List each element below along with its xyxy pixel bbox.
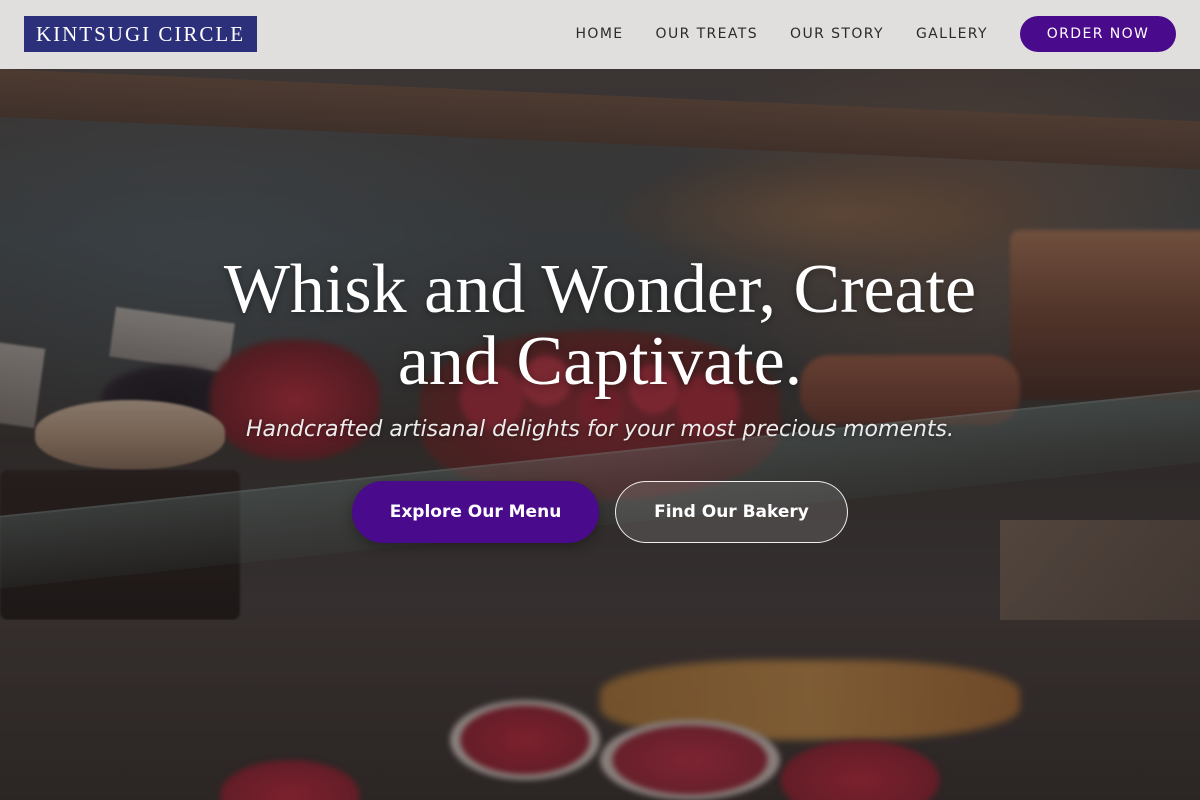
- page: KINTSUGI CIRCLE HOME OUR TREATS OUR STOR…: [0, 0, 1200, 800]
- hero-section: Whisk and Wonder, Create and Captivate. …: [0, 0, 1200, 800]
- hero-subtitle: Handcrafted artisanal delights for your …: [245, 417, 955, 442]
- nav-home[interactable]: HOME: [575, 26, 623, 42]
- logo[interactable]: KINTSUGI CIRCLE: [24, 16, 257, 52]
- site-header: KINTSUGI CIRCLE HOME OUR TREATS OUR STOR…: [0, 0, 1200, 69]
- nav-gallery[interactable]: GALLERY: [916, 26, 988, 42]
- explore-menu-button[interactable]: Explore Our Menu: [352, 481, 599, 543]
- main-nav: HOME OUR TREATS OUR STORY GALLERY ORDER …: [575, 16, 1176, 52]
- nav-our-story[interactable]: OUR STORY: [790, 26, 884, 42]
- order-now-button[interactable]: ORDER NOW: [1020, 16, 1176, 52]
- find-bakery-button[interactable]: Find Our Bakery: [615, 481, 848, 543]
- hero-title-line1: Whisk and Wonder, Create: [223, 251, 977, 328]
- nav-our-treats[interactable]: OUR TREATS: [656, 26, 759, 42]
- hero-title-line2: and Captivate.: [397, 323, 803, 400]
- hero-title: Whisk and Wonder, Create and Captivate.: [150, 254, 1050, 398]
